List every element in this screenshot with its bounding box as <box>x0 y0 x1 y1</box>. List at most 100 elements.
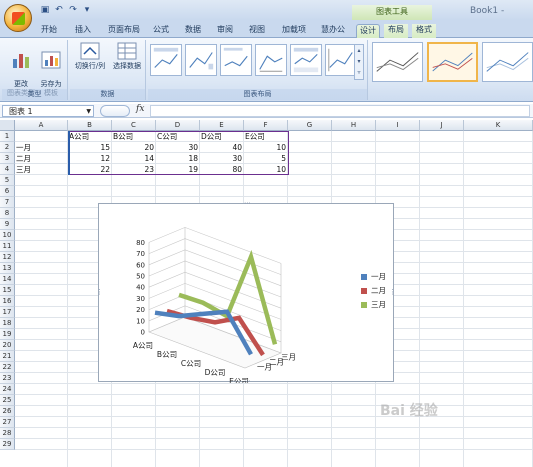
cell-B1[interactable]: A公司 <box>68 131 112 142</box>
chart-style-3[interactable] <box>482 42 533 82</box>
column-header-K[interactable]: K <box>464 120 533 131</box>
chart-legend[interactable]: 一月 二月 三月 <box>361 272 395 314</box>
cell-E4[interactable]: 80 <box>200 164 244 175</box>
office-button[interactable] <box>4 4 32 32</box>
save-icon[interactable]: ▣ <box>40 5 50 15</box>
tab-data[interactable]: 数据 <box>182 24 204 38</box>
row-header-16[interactable]: 16 <box>0 296 15 307</box>
row-header-19[interactable]: 19 <box>0 329 15 340</box>
column-header-I[interactable]: I <box>376 120 420 131</box>
chart-resize-handle-top[interactable]: ⋯ <box>244 200 251 207</box>
undo-icon[interactable]: ↶ <box>54 5 64 15</box>
column-header-A[interactable]: A <box>15 120 68 131</box>
row-header-18[interactable]: 18 <box>0 318 15 329</box>
row-header-23[interactable]: 23 <box>0 373 15 384</box>
chart-layout-4[interactable] <box>255 44 287 76</box>
cell-F4[interactable]: 10 <box>244 164 288 175</box>
cell-D4[interactable]: 19 <box>156 164 200 175</box>
tab-addins[interactable]: 加载项 <box>278 24 310 38</box>
layout-gallery-scroll[interactable]: ▴ ▾ ▿ <box>354 44 364 80</box>
chart-resize-handle-bottom[interactable]: ⋯ <box>244 378 251 385</box>
chart-layout-6[interactable] <box>325 44 357 76</box>
customize-qat-icon[interactable]: ▾ <box>82 5 92 15</box>
change-chart-type-button[interactable]: 更改 图表类型 <box>6 42 36 97</box>
cell-C1[interactable]: B公司 <box>112 131 156 142</box>
cell-F2[interactable]: 10 <box>244 142 288 153</box>
tab-layout[interactable]: 布局 <box>384 24 408 38</box>
legend-item-二月[interactable]: 二月 <box>361 286 395 300</box>
chart-layout-3[interactable] <box>220 44 252 76</box>
cell-B3[interactable]: 12 <box>68 153 112 164</box>
row-header-11[interactable]: 11 <box>0 241 15 252</box>
cell-C3[interactable]: 14 <box>112 153 156 164</box>
save-as-template-button[interactable]: 另存为 模板 <box>36 42 66 97</box>
row-header-1[interactable]: 1 <box>0 131 15 142</box>
chart-style-2[interactable] <box>426 42 479 82</box>
worksheet-grid[interactable]: ABCDEFGHIJK 1 2 3 4 5 6 7 8 9 10 11 12 13 14 15 16 17 18 1… <box>0 120 533 467</box>
legend-item-一月[interactable]: 一月 <box>361 272 395 286</box>
cell-E2[interactable]: 40 <box>200 142 244 153</box>
cell-E3[interactable]: 30 <box>200 153 244 164</box>
row-header-26[interactable]: 26 <box>0 406 15 417</box>
row-header-10[interactable]: 10 <box>0 230 15 241</box>
formula-input[interactable] <box>150 105 530 117</box>
row-header-8[interactable]: 8 <box>0 208 15 219</box>
select-all-corner[interactable] <box>0 120 15 131</box>
cell-D3[interactable]: 18 <box>156 153 200 164</box>
select-data-button[interactable]: 选择数据 <box>110 42 144 88</box>
row-header-7[interactable]: 7 <box>0 197 15 208</box>
chart-object[interactable]: ⋯ ⋯ ⋮ ⋮ 0 10 20 30 40 50 60 70 80 A公司 B公司 C公司 D公司 E公司… <box>96 200 396 387</box>
column-header-B[interactable]: B <box>68 120 112 131</box>
row-header-15[interactable]: 15 <box>0 285 15 296</box>
row-header-13[interactable]: 13 <box>0 263 15 274</box>
cell-A3[interactable]: 二月 <box>15 153 68 164</box>
cell-F3[interactable]: 5 <box>244 153 288 164</box>
redo-icon[interactable]: ↷ <box>68 5 78 15</box>
row-header-5[interactable]: 5 <box>0 175 15 186</box>
cell-D1[interactable]: C公司 <box>156 131 200 142</box>
cell-B2[interactable]: 15 <box>68 142 112 153</box>
column-header-G[interactable]: G <box>288 120 332 131</box>
row-header-27[interactable]: 27 <box>0 417 15 428</box>
chart-layout-2[interactable] <box>185 44 217 76</box>
cell-D2[interactable]: 30 <box>156 142 200 153</box>
row-header-2[interactable]: 2 <box>0 142 15 153</box>
legend-item-三月[interactable]: 三月 <box>361 300 395 314</box>
row-header-21[interactable]: 21 <box>0 351 15 362</box>
row-header-12[interactable]: 12 <box>0 252 15 263</box>
name-box[interactable]: 图表 1 ▼ <box>2 105 94 117</box>
chart-layout-5[interactable] <box>290 44 322 76</box>
column-header-H[interactable]: H <box>332 120 376 131</box>
tab-insert[interactable]: 插入 <box>72 24 94 38</box>
cell-A2[interactable]: 一月 <box>15 142 68 153</box>
column-header-J[interactable]: J <box>420 120 464 131</box>
row-header-24[interactable]: 24 <box>0 384 15 395</box>
tab-formulas[interactable]: 公式 <box>150 24 172 38</box>
row-header-25[interactable]: 25 <box>0 395 15 406</box>
tab-design[interactable]: 设计 <box>356 24 380 38</box>
row-header-22[interactable]: 22 <box>0 362 15 373</box>
row-header-6[interactable]: 6 <box>0 186 15 197</box>
cell-C2[interactable]: 20 <box>112 142 156 153</box>
row-header-9[interactable]: 9 <box>0 219 15 230</box>
chart-resize-handle-left[interactable]: ⋮ <box>96 289 103 296</box>
column-header-C[interactable]: C <box>112 120 156 131</box>
column-header-D[interactable]: D <box>156 120 200 131</box>
insert-function-icon[interactable]: fx <box>136 104 144 114</box>
tab-review[interactable]: 审阅 <box>214 24 236 38</box>
switch-row-column-button[interactable]: 切换行/列 <box>72 42 108 88</box>
cell-F1[interactable]: E公司 <box>244 131 288 142</box>
column-header-E[interactable]: E <box>200 120 244 131</box>
row-header-14[interactable]: 14 <box>0 274 15 285</box>
tab-huibangong[interactable]: 慧办公 <box>318 24 348 38</box>
tab-page-layout[interactable]: 页面布局 <box>104 24 144 38</box>
chart-style-1[interactable] <box>372 42 423 82</box>
row-header-3[interactable]: 3 <box>0 153 15 164</box>
column-header-F[interactable]: F <box>244 120 288 131</box>
tab-format[interactable]: 格式 <box>412 24 436 38</box>
cell-B4[interactable]: 22 <box>68 164 112 175</box>
row-header-17[interactable]: 17 <box>0 307 15 318</box>
chart-layout-1[interactable] <box>150 44 182 76</box>
cell-A4[interactable]: 三月 <box>15 164 68 175</box>
row-header-4[interactable]: 4 <box>0 164 15 175</box>
